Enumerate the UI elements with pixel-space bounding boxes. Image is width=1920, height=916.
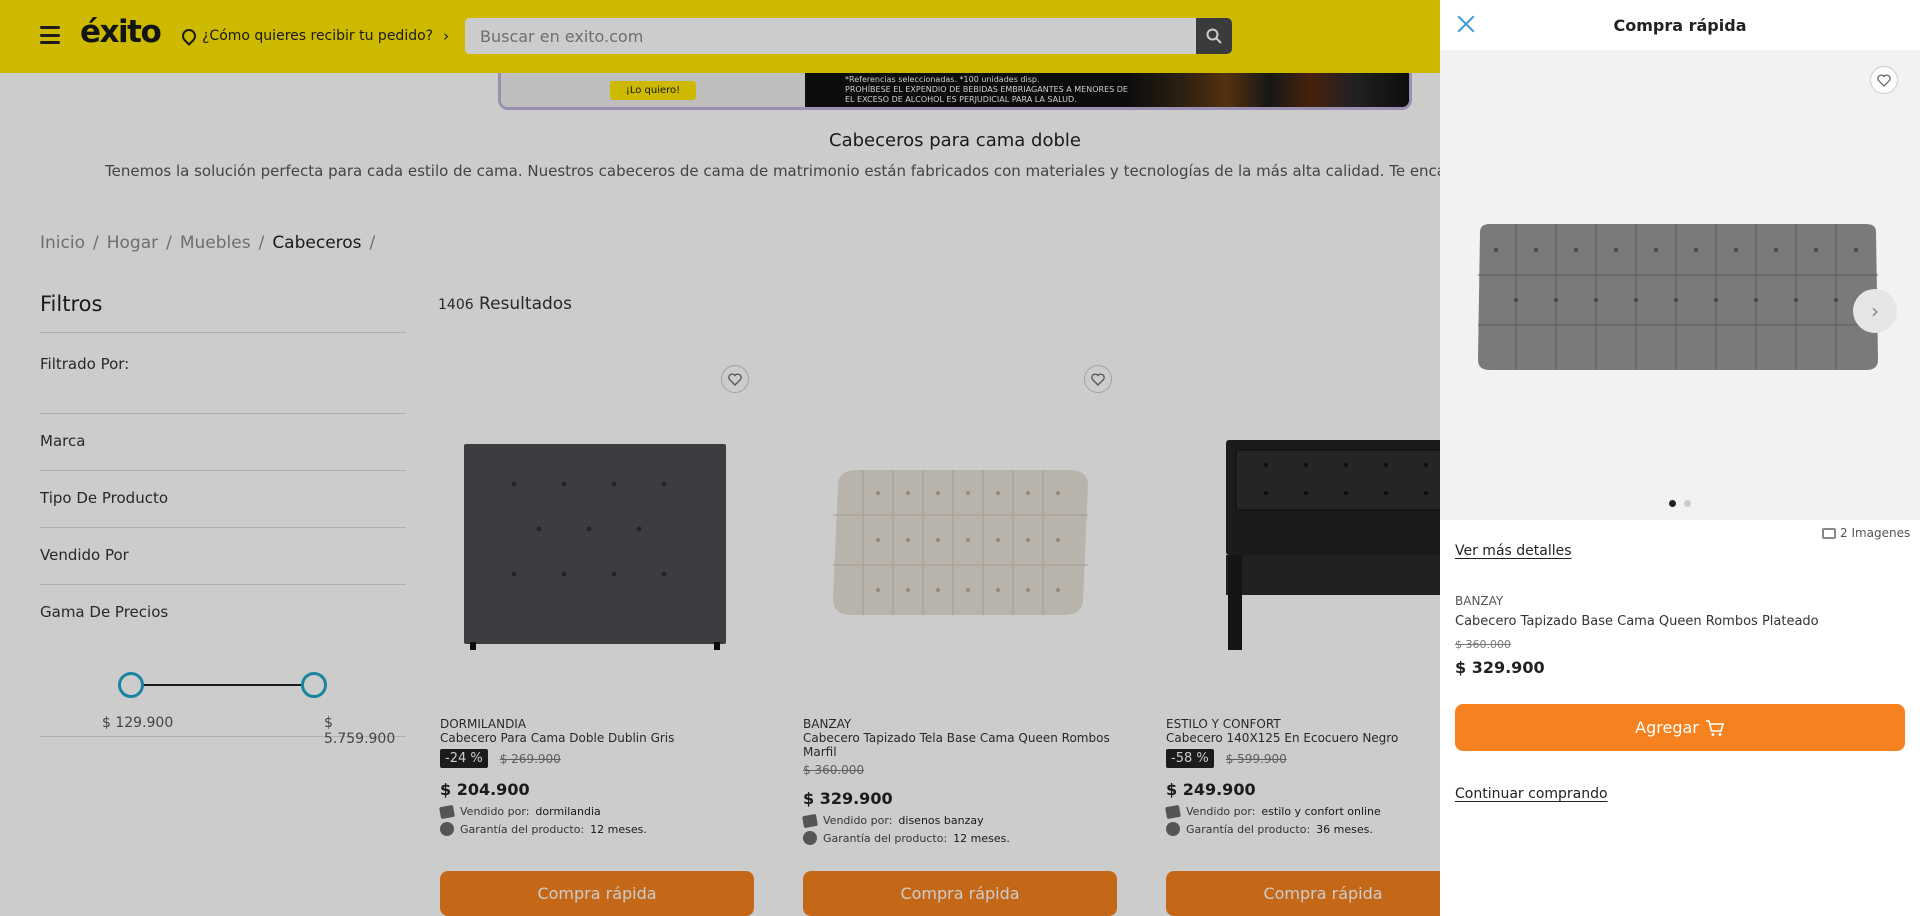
chevron-right-icon: › (1871, 299, 1879, 323)
product-gallery: › (1440, 50, 1920, 520)
add-to-cart-button[interactable]: Agregar (1455, 704, 1905, 751)
gallery-image[interactable] (1476, 220, 1880, 376)
quick-buy-title: Compra rápida (1613, 15, 1747, 35)
gallery-dots (1669, 500, 1691, 507)
camera-icon (1822, 527, 1836, 539)
quick-buy-panel: Compra rápida › (1440, 0, 1920, 916)
gallery-dot-2[interactable] (1684, 500, 1691, 507)
favorite-heart-icon[interactable] (1870, 66, 1898, 94)
gallery-dot-1[interactable] (1669, 500, 1676, 507)
gallery-next-button[interactable]: › (1853, 289, 1897, 333)
image-count: 2 Imagenes (1822, 526, 1910, 540)
close-icon[interactable] (1454, 12, 1478, 36)
more-details-link[interactable]: Ver más detalles (1455, 543, 1572, 559)
quick-buy-price: $ 329.900 (1455, 658, 1545, 677)
quick-buy-product-name: Cabecero Tapizado Base Cama Queen Rombos… (1455, 614, 1819, 629)
quick-buy-header: Compra rápida (1440, 0, 1920, 50)
continue-shopping-link[interactable]: Continuar comprando (1455, 786, 1608, 802)
add-to-cart-label: Agregar (1635, 718, 1699, 737)
quick-buy-brand: BANZAY (1455, 594, 1504, 608)
modal-backdrop[interactable] (0, 0, 1440, 916)
cart-icon (1705, 719, 1724, 736)
quick-buy-old-price: $ 360.000 (1455, 638, 1511, 651)
